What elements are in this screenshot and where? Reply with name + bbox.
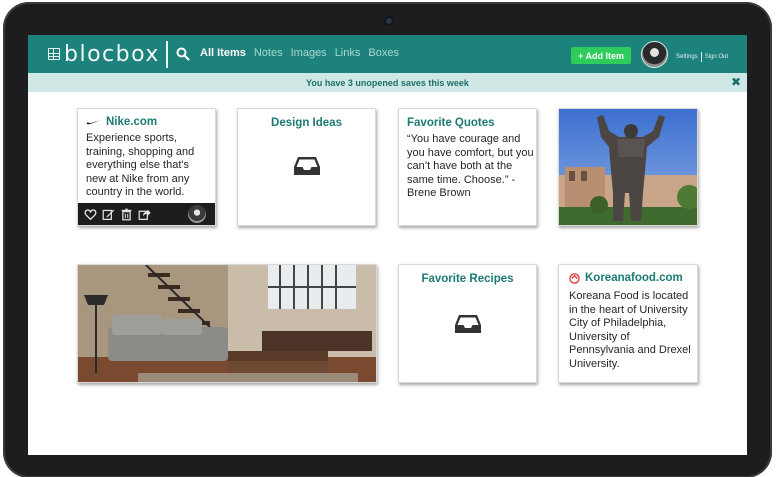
account-divider: [700, 52, 702, 62]
account-links: Settings Sign Out: [676, 52, 728, 62]
inbox-tray-icon: [455, 315, 481, 333]
top-navigation-bar: blocbox All Items Notes Images Links Box…: [28, 35, 747, 73]
card-title[interactable]: Design Ideas: [238, 117, 375, 129]
card-description: Experience sports, training, shopping an…: [86, 132, 195, 198]
nav-links[interactable]: Links: [335, 47, 361, 59]
card-title[interactable]: Favorite Recipes: [399, 273, 536, 285]
user-avatar[interactable]: [641, 41, 668, 68]
inbox-tray-icon: [294, 157, 320, 175]
card-statue-image[interactable]: [558, 108, 698, 226]
card-description: Koreana Food is located in the heart of …: [569, 290, 691, 370]
koreanafood-logo-icon: [569, 272, 580, 284]
notice-text: You have 3 unopened saves this week: [306, 77, 469, 88]
nav-all-items[interactable]: All Items: [200, 47, 246, 59]
edit-icon[interactable]: [102, 208, 115, 221]
nav-boxes[interactable]: Boxes: [368, 47, 399, 59]
main-nav: All Items Notes Images Links Boxes: [200, 47, 399, 59]
card-favorite-recipes[interactable]: Favorite Recipes: [398, 264, 537, 383]
add-item-button[interactable]: + Add Item: [571, 47, 631, 64]
app-screen: blocbox All Items Notes Images Links Box…: [28, 35, 747, 455]
blocbox-logo[interactable]: blocbox: [48, 41, 160, 67]
close-icon[interactable]: ✖: [731, 76, 741, 88]
quote-text: “You have courage and you have comfort, …: [407, 133, 534, 199]
logo-text: blocbox: [64, 41, 160, 67]
card-nike[interactable]: Nike.com Experience sports, training, sh…: [77, 108, 216, 226]
share-icon[interactable]: [138, 208, 151, 221]
owner-avatar[interactable]: [188, 205, 206, 223]
nike-swoosh-icon: [86, 120, 101, 125]
trash-icon[interactable]: [120, 208, 133, 221]
nav-images[interactable]: Images: [291, 47, 327, 59]
card-design-ideas[interactable]: Design Ideas: [237, 108, 376, 226]
card-favorite-quotes[interactable]: Favorite Quotes “You have courage and yo…: [398, 108, 537, 226]
card-header: Nike.com: [86, 116, 157, 128]
card-title[interactable]: Nike.com: [106, 116, 157, 128]
card-room-image[interactable]: [77, 264, 377, 383]
card-koreanafood[interactable]: Koreanafood.com Koreana Food is located …: [558, 264, 698, 383]
heart-icon[interactable]: [84, 208, 97, 221]
loft-living-room-photo: [78, 265, 376, 382]
unopened-saves-notice: You have 3 unopened saves this week ✖: [28, 73, 747, 92]
logo-divider: [166, 41, 168, 68]
card-action-bar: [78, 203, 215, 225]
card-header: Koreanafood.com: [569, 272, 683, 284]
bronze-statue-photo: [559, 109, 697, 225]
laptop-frame: blocbox All Items Notes Images Links Box…: [3, 2, 772, 477]
logo-box-icon: [48, 48, 60, 60]
nav-notes[interactable]: Notes: [254, 47, 283, 59]
settings-link[interactable]: Settings: [676, 54, 698, 60]
card-title[interactable]: Koreanafood.com: [585, 272, 683, 284]
sign-out-link[interactable]: Sign Out: [705, 54, 728, 60]
search-icon[interactable]: [176, 47, 190, 61]
card-title[interactable]: Favorite Quotes: [407, 117, 495, 129]
webcam-icon: [384, 16, 394, 26]
